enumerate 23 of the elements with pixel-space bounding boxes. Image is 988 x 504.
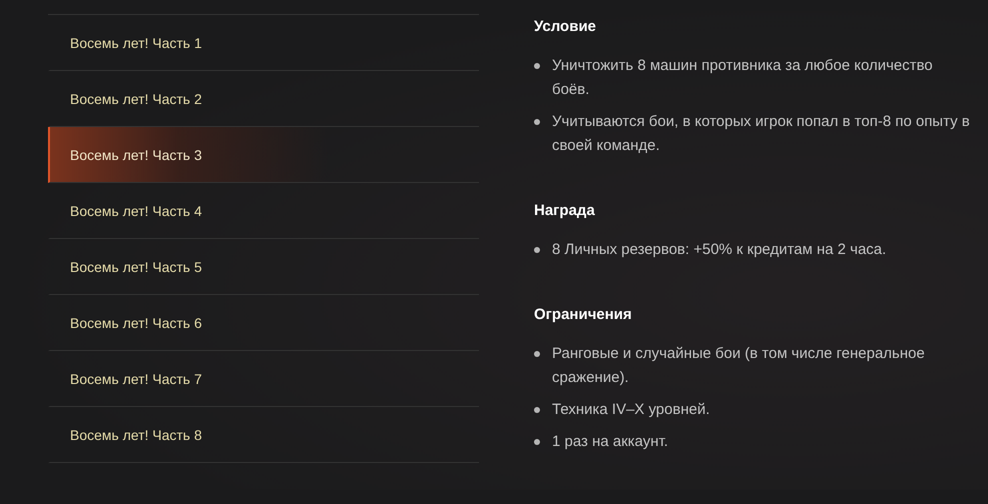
quest-tab[interactable]: Восемь лет! Часть 6 (48, 295, 479, 351)
bullet-icon (534, 63, 540, 69)
quest-tab[interactable]: Восемь лет! Часть 2 (48, 71, 479, 127)
quest-tab[interactable]: Восемь лет! Часть 7 (48, 351, 479, 407)
section-heading: Награда (534, 201, 596, 221)
bullet-icon (534, 439, 540, 445)
section-heading: Ограничения (534, 305, 633, 325)
quest-tab[interactable]: Восемь лет! Часть 1 (48, 15, 479, 71)
list-item-text: Техника IV–X уровней. (552, 400, 710, 420)
quest-tab[interactable]: Восемь лет! Часть 5 (48, 239, 479, 295)
list-item-text: Ранговые и случайные бои (в том числе генеральное сражение). (552, 344, 926, 388)
list-item-text: Уничтожить 8 машин противника за любое количество боёв. (552, 56, 934, 100)
list-item-text: 1 раз на аккаунт. (552, 432, 668, 452)
quest-tab[interactable]: Восемь лет! Часть 3 (48, 127, 479, 183)
list-item-text: Учитываются бои, в которых игрок попал в топ-8 по опыту в своей команде. (552, 112, 971, 156)
quest-tab[interactable]: Восемь лет! Часть 4 (48, 183, 479, 239)
bullet-icon (534, 407, 540, 413)
list-item-text: 8 Личных резервов: +50% к кредитам на 2 часа. (552, 240, 886, 260)
section-heading: Условие (534, 17, 598, 37)
bullet-icon (534, 119, 540, 125)
bullet-icon (534, 351, 540, 357)
bullet-icon (534, 247, 540, 253)
quest-tab[interactable]: Восемь лет! Часть 8 (48, 407, 479, 463)
